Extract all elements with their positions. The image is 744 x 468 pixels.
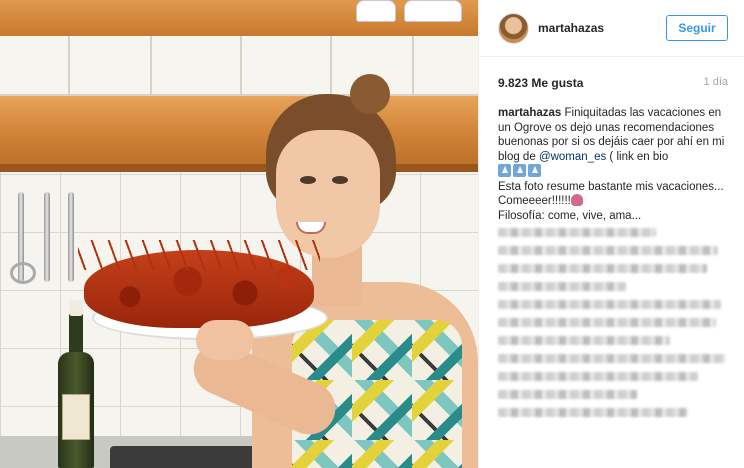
- ladle-icon: [10, 262, 36, 284]
- octopus-icon: [570, 194, 583, 206]
- caption-author[interactable]: martahazas: [498, 107, 561, 119]
- woman-hand: [196, 320, 254, 360]
- blurred-comment: [498, 228, 656, 237]
- shelf-panel: [0, 36, 478, 96]
- eye: [332, 176, 348, 184]
- jar-decor: [356, 0, 396, 22]
- utensil-icon: [44, 192, 50, 282]
- blurred-comment: [498, 354, 726, 363]
- blurred-comment: [498, 372, 698, 381]
- woman-face: [276, 130, 380, 258]
- blurred-comment: [498, 300, 721, 309]
- jar-decor: [404, 0, 462, 22]
- wooden-shelf: [0, 96, 478, 172]
- post-header: martahazas Seguir: [479, 0, 744, 57]
- caption-text: ( link en bio: [606, 150, 669, 163]
- follow-button[interactable]: Seguir: [666, 15, 728, 41]
- timestamp[interactable]: 1 día: [704, 76, 728, 88]
- utensil-icon: [68, 192, 74, 282]
- comment-list: [498, 228, 730, 426]
- eye: [300, 176, 316, 184]
- arrow-up-icon: [528, 164, 541, 177]
- woman-hair-bun: [350, 74, 390, 114]
- like-count[interactable]: 9.823 Me gusta: [498, 76, 583, 90]
- blurred-comment: [498, 282, 626, 291]
- blurred-comment: [498, 264, 707, 273]
- blurred-comment: [498, 246, 719, 255]
- arrow-up-icon: [513, 164, 526, 177]
- mention-link[interactable]: @woman_es: [539, 151, 606, 163]
- post-photo[interactable]: [0, 0, 478, 468]
- wine-bottle: [58, 300, 94, 468]
- username-link[interactable]: martahazas: [538, 21, 604, 35]
- blurred-comment: [498, 408, 689, 417]
- blurred-comment: [498, 390, 638, 399]
- caption-text: Esta foto resume bastante mis vacaciones…: [498, 180, 724, 208]
- avatar[interactable]: [498, 13, 529, 44]
- post-stats: 9.823 Me gusta 1 día: [498, 76, 728, 92]
- crayfish-pile: [78, 240, 320, 328]
- blurred-comment: [498, 318, 717, 327]
- blurred-comment: [498, 336, 670, 345]
- post-sidebar: martahazas Seguir 9.823 Me gusta 1 día m…: [478, 0, 744, 468]
- arrow-up-icon: [498, 164, 511, 177]
- caption-text: Filosofía: come, vive, ama...: [498, 209, 642, 222]
- post-caption: martahazas Finiquitadas las vacaciones e…: [498, 106, 730, 223]
